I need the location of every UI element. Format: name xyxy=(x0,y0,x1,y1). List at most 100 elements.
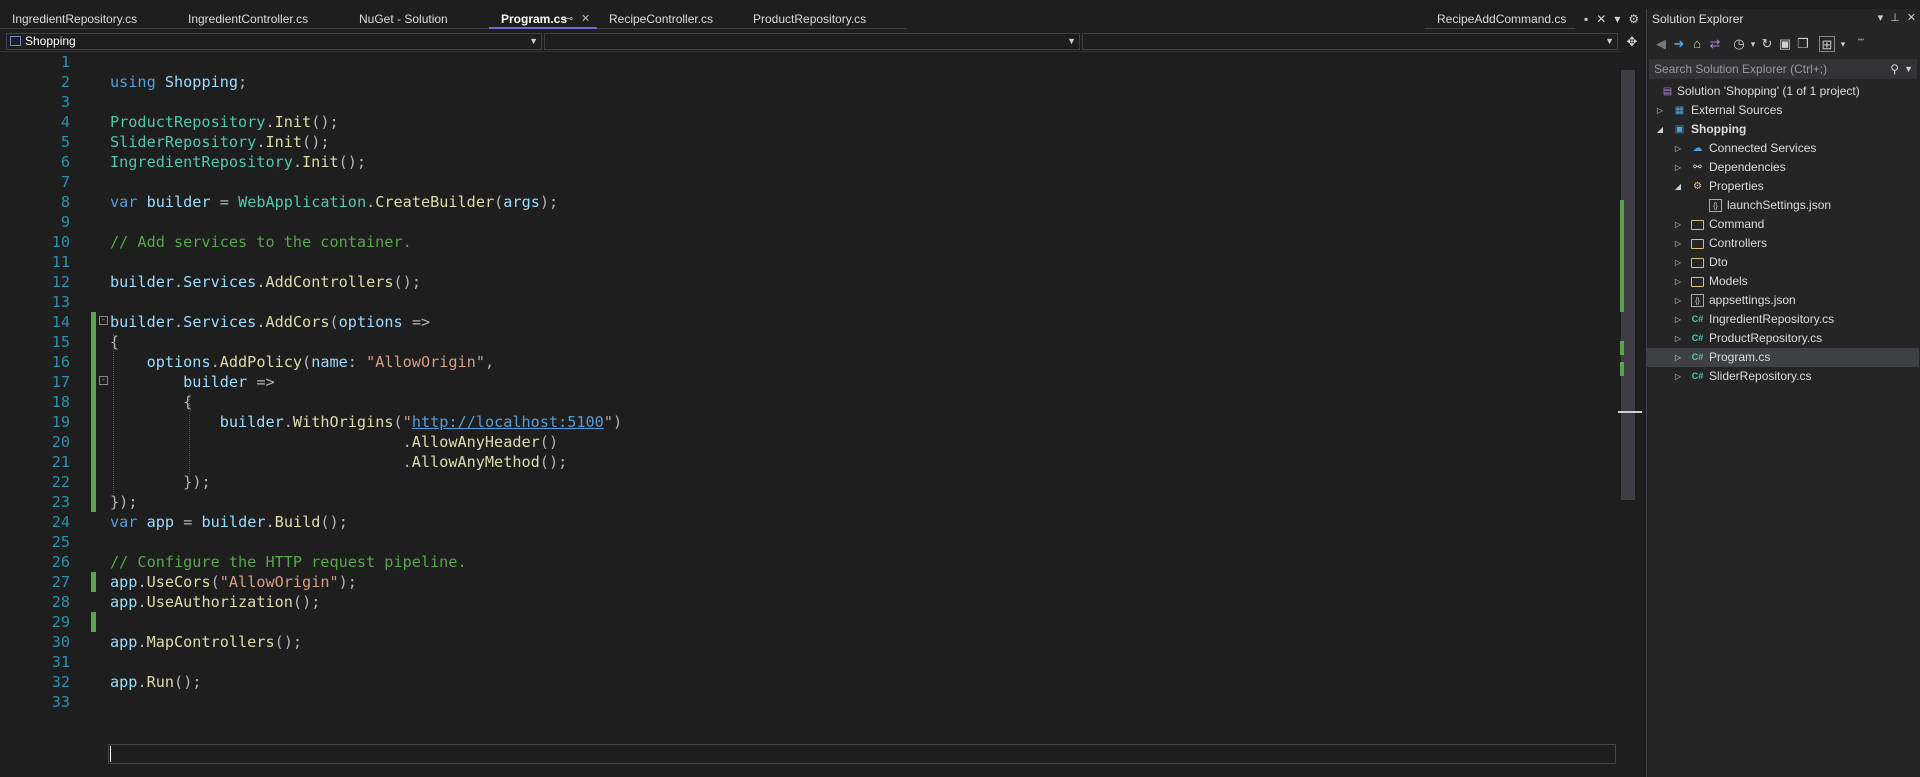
tree-item-project-shopping[interactable]: ◢ ▣ Shopping xyxy=(1647,120,1919,139)
expand-arrow-icon[interactable]: ▷ xyxy=(1673,272,1683,291)
expand-arrow-icon[interactable]: ▷ xyxy=(1673,329,1683,348)
chevron-down-icon[interactable]: ▾ xyxy=(1835,36,1851,52)
code-line[interactable]: 17 - builder => xyxy=(0,372,1620,392)
expand-arrow-icon[interactable]: ▷ xyxy=(1673,348,1683,367)
overflow-icon[interactable]: ⁗ xyxy=(1853,36,1869,52)
expand-arrow-icon[interactable]: ▷ xyxy=(1673,139,1683,158)
expand-arrow-icon[interactable]: ▷ xyxy=(1673,158,1683,177)
properties-icon[interactable]: ⊞ xyxy=(1819,36,1835,52)
tree-item-external-sources[interactable]: ▷ ▦ External Sources xyxy=(1647,101,1919,120)
fold-toggle-icon[interactable]: - xyxy=(99,316,108,325)
tree-item-program[interactable]: ▷ C# Program.cs xyxy=(1647,348,1919,367)
sync-icon[interactable]: ↻ xyxy=(1759,36,1775,52)
close-tab-icon[interactable]: ✕ xyxy=(581,9,590,29)
tab-ingredient-repository[interactable]: IngredientRepository.cs xyxy=(0,9,176,29)
tree-item-solution[interactable]: ▤ Solution 'Shopping' (1 of 1 project) xyxy=(1647,82,1919,101)
code-line[interactable]: 7 xyxy=(0,172,1620,192)
gear-icon[interactable]: ⚙ xyxy=(1628,12,1639,26)
home-icon[interactable]: ⌂ xyxy=(1689,36,1705,52)
switch-views-icon[interactable]: ⇄ xyxy=(1707,36,1723,52)
code-line[interactable]: 33 xyxy=(0,692,1620,712)
code-editor[interactable]: IngredientRepository.cs IngredientContro… xyxy=(0,0,1646,777)
code-line[interactable]: 9 xyxy=(0,212,1620,232)
tab-ingredient-controller[interactable]: IngredientController.cs xyxy=(176,9,347,29)
code-line[interactable]: 11 xyxy=(0,252,1620,272)
code-line[interactable]: 20 .AllowAnyHeader() xyxy=(0,432,1620,452)
code-line[interactable]: 19 builder.WithOrigins("http://localhost… xyxy=(0,412,1620,432)
forward-icon[interactable]: ➜ xyxy=(1671,36,1687,52)
tree-item-folder-command[interactable]: ▷ Command xyxy=(1647,215,1919,234)
tree-item-launchsettings[interactable]: {} launchSettings.json xyxy=(1647,196,1919,215)
code-line[interactable]: 24 var app = builder.Build(); xyxy=(0,512,1620,532)
code-line[interactable]: 12 builder.Services.AddControllers(); xyxy=(0,272,1620,292)
dropdown-icon[interactable]: ▾ xyxy=(1614,12,1620,26)
code-line[interactable]: 22 }); xyxy=(0,472,1620,492)
code-line[interactable]: 32 app.Run(); xyxy=(0,672,1620,692)
close-icon[interactable]: ✕ xyxy=(1907,12,1916,24)
code-area[interactable]: 1 2 using Shopping; 3 4 ProductRepository.Ini… xyxy=(0,52,1620,777)
tab-product-repository[interactable]: ProductRepository.cs xyxy=(741,9,907,29)
tab-program-cs[interactable]: Program.cs ⊸ ✕ xyxy=(489,9,597,29)
tab-nuget-solution[interactable]: NuGet - Solution xyxy=(347,9,489,29)
search-icon[interactable]: ⚲ xyxy=(1890,59,1899,79)
back-icon[interactable]: ◀ xyxy=(1653,36,1669,52)
code-line[interactable]: 21 .AllowAnyMethod(); xyxy=(0,452,1620,472)
code-line[interactable]: 31 xyxy=(0,652,1620,672)
expand-arrow-icon[interactable]: ▷ xyxy=(1655,101,1665,120)
code-line[interactable]: 6 IngredientRepository.Init(); xyxy=(0,152,1620,172)
code-line[interactable]: 5 SliderRepository.Init(); xyxy=(0,132,1620,152)
code-line[interactable]: 29 xyxy=(0,612,1620,632)
code-line[interactable]: 26 // Configure the HTTP request pipeline… xyxy=(0,552,1620,572)
code-line[interactable]: 3 xyxy=(0,92,1620,112)
tree-item-slider-repository[interactable]: ▷ C# SliderRepository.cs xyxy=(1647,367,1919,386)
tree-item-connected-services[interactable]: ▷ ☁ Connected Services xyxy=(1647,139,1919,158)
member-dropdown[interactable]: ▼ xyxy=(1082,33,1618,50)
code-line[interactable]: 15 { xyxy=(0,332,1620,352)
expand-arrow-icon[interactable]: ▷ xyxy=(1673,367,1683,386)
tree-item-dependencies[interactable]: ▷ ⚯ Dependencies xyxy=(1647,158,1919,177)
code-line[interactable]: 25 xyxy=(0,532,1620,552)
code-line[interactable]: 30 app.MapControllers(); xyxy=(0,632,1620,652)
code-line[interactable]: 27 app.UseCors("AllowOrigin"); xyxy=(0,572,1620,592)
solution-explorer-search[interactable]: Search Solution Explorer (Ctrl+;) ⚲ ▼ xyxy=(1649,59,1917,79)
type-dropdown[interactable]: ▼ xyxy=(544,33,1080,50)
tree-item-appsettings[interactable]: ▷ {} appsettings.json xyxy=(1647,291,1919,310)
code-line[interactable]: 18 { xyxy=(0,392,1620,412)
expand-arrow-icon[interactable]: ▷ xyxy=(1673,253,1683,272)
collapse-arrow-icon[interactable]: ◢ xyxy=(1655,120,1665,139)
close-icon[interactable]: ✕ xyxy=(1596,12,1606,26)
tree-item-folder-models[interactable]: ▷ Models xyxy=(1647,272,1919,291)
chevron-down-icon[interactable]: ▼ xyxy=(1904,59,1913,79)
fold-toggle-icon[interactable]: - xyxy=(99,376,108,385)
tree-item-product-repository[interactable]: ▷ C# ProductRepository.cs xyxy=(1647,329,1919,348)
code-line[interactable]: 4 ProductRepository.Init(); xyxy=(0,112,1620,132)
show-all-files-icon[interactable]: ❐ xyxy=(1795,36,1811,52)
code-line[interactable]: 28 app.UseAuthorization(); xyxy=(0,592,1620,612)
collapse-arrow-icon[interactable]: ◢ xyxy=(1673,177,1683,196)
expand-arrow-icon[interactable]: ▷ xyxy=(1673,234,1683,253)
tree-item-ingredient-repository[interactable]: ▷ C# IngredientRepository.cs xyxy=(1647,310,1919,329)
tab-recipe-controller[interactable]: RecipeController.cs xyxy=(597,9,741,29)
code-line[interactable]: 14 - builder.Services.AddCors(options => xyxy=(0,312,1620,332)
window-position-icon[interactable]: ▾ xyxy=(1878,12,1884,24)
code-line[interactable]: 1 xyxy=(0,52,1620,72)
code-line[interactable]: 23}); xyxy=(0,492,1620,512)
split-editor-icon[interactable]: ✥ xyxy=(1622,32,1642,51)
code-line[interactable]: 16 options.AddPolicy(name: "AllowOrigin"… xyxy=(0,352,1620,372)
tree-item-folder-controllers[interactable]: ▷ Controllers xyxy=(1647,234,1919,253)
pin-icon[interactable]: ⊸ xyxy=(564,9,573,29)
collapse-all-icon[interactable]: ▣ xyxy=(1777,36,1793,52)
code-line[interactable]: 10 // Add services to the container. xyxy=(0,232,1620,252)
code-line[interactable]: 13 xyxy=(0,292,1620,312)
auto-hide-pin-icon[interactable]: ⊥ xyxy=(1890,12,1900,24)
tree-item-properties[interactable]: ◢ ⚙ Properties xyxy=(1647,177,1919,196)
project-dropdown[interactable]: Shopping ▼ xyxy=(6,33,542,50)
code-line[interactable]: 8 var builder = WebApplication.CreateBuil… xyxy=(0,192,1620,212)
expand-arrow-icon[interactable]: ▷ xyxy=(1673,291,1683,310)
expand-arrow-icon[interactable]: ▷ xyxy=(1673,310,1683,329)
expand-arrow-icon[interactable]: ▷ xyxy=(1673,215,1683,234)
tree-item-folder-dto[interactable]: ▷ Dto xyxy=(1647,253,1919,272)
code-line[interactable]: 2 using Shopping; xyxy=(0,72,1620,92)
pin-icon[interactable]: ▪ xyxy=(1584,12,1588,26)
tab-recipe-add-command[interactable]: RecipeAddCommand.cs xyxy=(1425,9,1575,29)
